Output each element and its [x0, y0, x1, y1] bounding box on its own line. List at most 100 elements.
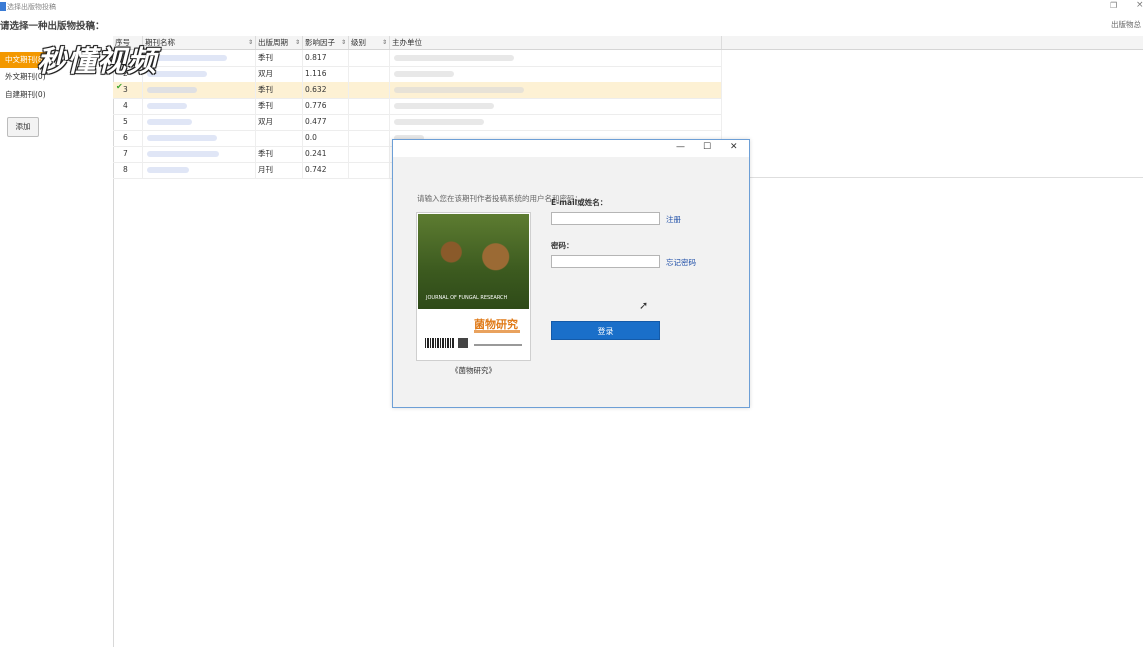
column-header-cycle[interactable]: 出版周期 ⇕	[256, 36, 303, 49]
impact-cell: 1.116	[303, 66, 349, 82]
minimize-icon[interactable]: —	[676, 142, 685, 152]
level-cell	[349, 50, 390, 66]
column-label: 出版周期	[258, 38, 288, 47]
redacted-text	[394, 71, 454, 77]
table-row[interactable]: 1 季刊 0.817	[113, 50, 722, 67]
watermark-logo: 秒懂视频	[37, 44, 158, 78]
email-field[interactable]	[551, 212, 660, 225]
cycle-cell: 季刊	[256, 82, 303, 98]
header: 请选择一种出版物投稿： 出版物总	[0, 15, 1143, 33]
close-icon[interactable]: ×	[1136, 0, 1143, 10]
level-cell	[349, 82, 390, 98]
publisher-cell	[390, 82, 722, 98]
level-cell	[349, 162, 390, 178]
journal-name-cell	[143, 162, 256, 178]
redacted-text	[147, 119, 192, 125]
column-label: 主办单位	[392, 38, 422, 47]
add-button[interactable]: 添加	[7, 117, 39, 137]
table-row-selected[interactable]: ✔ 3 季刊 0.632	[113, 82, 722, 99]
window-title: 选择出版物投稿	[7, 3, 56, 11]
impact-cell: 0.817	[303, 50, 349, 66]
redacted-text	[147, 55, 227, 61]
journal-cover-image: JOURNAL OF FUNGAL RESEARCH 菌物研究	[416, 212, 531, 361]
close-icon[interactable]: ✕	[730, 142, 738, 152]
table-row[interactable]: 2 双月 1.116	[113, 66, 722, 83]
sort-icon: ⇕	[340, 39, 346, 46]
redacted-text	[147, 167, 189, 173]
journal-name-cell	[143, 66, 256, 82]
login-button[interactable]: 登录	[551, 321, 660, 340]
publisher-cell	[390, 98, 722, 114]
column-label: 级别	[351, 38, 366, 47]
register-link[interactable]: 注册	[666, 214, 681, 225]
redacted-text	[147, 135, 217, 141]
barcode-icon	[425, 338, 455, 348]
journal-name-cell	[143, 50, 256, 66]
row-number: 3	[113, 82, 143, 98]
email-label: E-mail或姓名：	[551, 198, 608, 207]
level-cell	[349, 146, 390, 162]
redacted-text	[394, 55, 514, 61]
redacted-text	[394, 87, 524, 93]
column-label: 影响因子	[305, 38, 335, 47]
impact-cell: 0.632	[303, 82, 349, 98]
sidebar-item-custom-journals[interactable]: 自建期刊(0)	[0, 87, 100, 103]
password-field[interactable]	[551, 255, 660, 268]
level-cell	[349, 66, 390, 82]
cover-english-title: JOURNAL OF FUNGAL RESEARCH	[426, 295, 508, 301]
sidebar: 中文期刊(8) 外文期刊(0) 自建期刊(0) 添加	[0, 52, 114, 647]
column-header-impact[interactable]: 影响因子 ⇕	[303, 36, 349, 49]
column-header-name[interactable]: 期刊名称 ⇕	[143, 36, 256, 49]
mouse-cursor-icon: ➚	[639, 299, 649, 312]
impact-cell: 0.241	[303, 146, 349, 162]
redacted-text	[394, 119, 484, 125]
impact-cell: 0.0	[303, 130, 349, 146]
level-cell	[349, 114, 390, 130]
header-right-text: 出版物总	[1111, 20, 1141, 29]
divider	[722, 177, 1143, 178]
forgot-password-link[interactable]: 忘记密码	[666, 257, 696, 268]
qr-code-icon	[458, 338, 468, 348]
impact-cell: 0.477	[303, 114, 349, 130]
journal-name-cell	[143, 98, 256, 114]
password-label: 密码：	[551, 241, 574, 250]
maximize-icon[interactable]: ☐	[703, 142, 711, 152]
journal-name-cell	[143, 114, 256, 130]
journal-name-cell	[143, 146, 256, 162]
row-number: 4	[113, 98, 143, 114]
window-titlebar: 选择出版物投稿 ❐ ×	[0, 0, 1143, 14]
level-cell	[349, 130, 390, 146]
cycle-cell: 季刊	[256, 50, 303, 66]
row-number: 8	[113, 162, 143, 178]
row-number: 5	[113, 114, 143, 130]
impact-cell: 0.776	[303, 98, 349, 114]
column-header-level[interactable]: 级别 ⇕	[349, 36, 390, 49]
app-icon	[0, 2, 6, 11]
journal-name-cell	[143, 130, 256, 146]
cycle-cell: 双月	[256, 66, 303, 82]
cycle-cell: 季刊	[256, 146, 303, 162]
sort-icon: ⇕	[294, 39, 300, 46]
column-header-publisher[interactable]: 主办单位	[390, 36, 722, 49]
login-dialog: — ☐ ✕ 请输入您在该期刊作者投稿系统的用户名和密码： JOURNAL OF …	[392, 139, 750, 408]
cycle-cell: 月刊	[256, 162, 303, 178]
level-cell	[349, 98, 390, 114]
cycle-cell: 季刊	[256, 98, 303, 114]
journal-caption: 《菌物研究》	[451, 366, 496, 375]
restore-icon[interactable]: ❐	[1110, 1, 1117, 10]
journal-name-cell	[143, 82, 256, 98]
redacted-text	[394, 103, 494, 109]
redacted-text	[147, 151, 219, 157]
row-number: 6	[113, 130, 143, 146]
table-row[interactable]: 5 双月 0.477	[113, 114, 722, 131]
sort-icon: ⇕	[381, 39, 387, 46]
cover-text-line	[474, 344, 522, 346]
cover-subtitle-bar	[474, 330, 520, 333]
impact-cell: 0.742	[303, 162, 349, 178]
row-number: 7	[113, 146, 143, 162]
table-row[interactable]: 4 季刊 0.776	[113, 98, 722, 115]
publisher-cell	[390, 114, 722, 130]
redacted-text	[147, 87, 197, 93]
table-header: 序号 期刊名称 ⇕ 出版周期 ⇕ 影响因子 ⇕ 级别 ⇕ 主办单位	[113, 36, 722, 50]
publisher-cell	[390, 50, 722, 66]
